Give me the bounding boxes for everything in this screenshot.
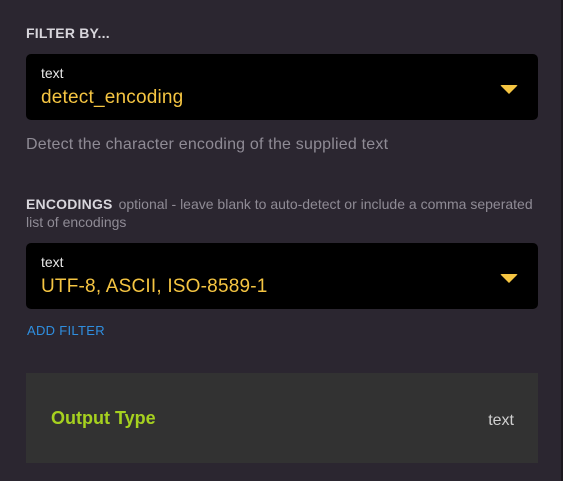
output-type-panel: Output Type text [26,373,538,463]
output-type-label: Output Type [51,408,156,428]
output-type-value: text [488,412,514,429]
encodings-select-type-label: text [41,254,64,270]
encodings-label-row: ENCODINGS optional - leave blank to auto-… [26,195,541,231]
caret-down-icon[interactable] [500,85,518,94]
filter-select-type-label: text [41,65,64,81]
encodings-select[interactable]: text UTF-8, ASCII, ISO-8589-1 [26,243,538,309]
encodings-select-value[interactable]: UTF-8, ASCII, ISO-8589-1 [41,276,268,298]
filter-select-value: detect_encoding [41,87,184,108]
filter-description: Detect the character encoding of the sup… [26,136,389,153]
caret-down-icon[interactable] [500,274,518,283]
add-filter-link[interactable]: ADD FILTER [27,323,105,338]
filter-select[interactable]: text detect_encoding [26,54,538,120]
encodings-label: ENCODINGS [26,196,113,212]
filter-by-heading: FILTER BY... [26,25,110,41]
